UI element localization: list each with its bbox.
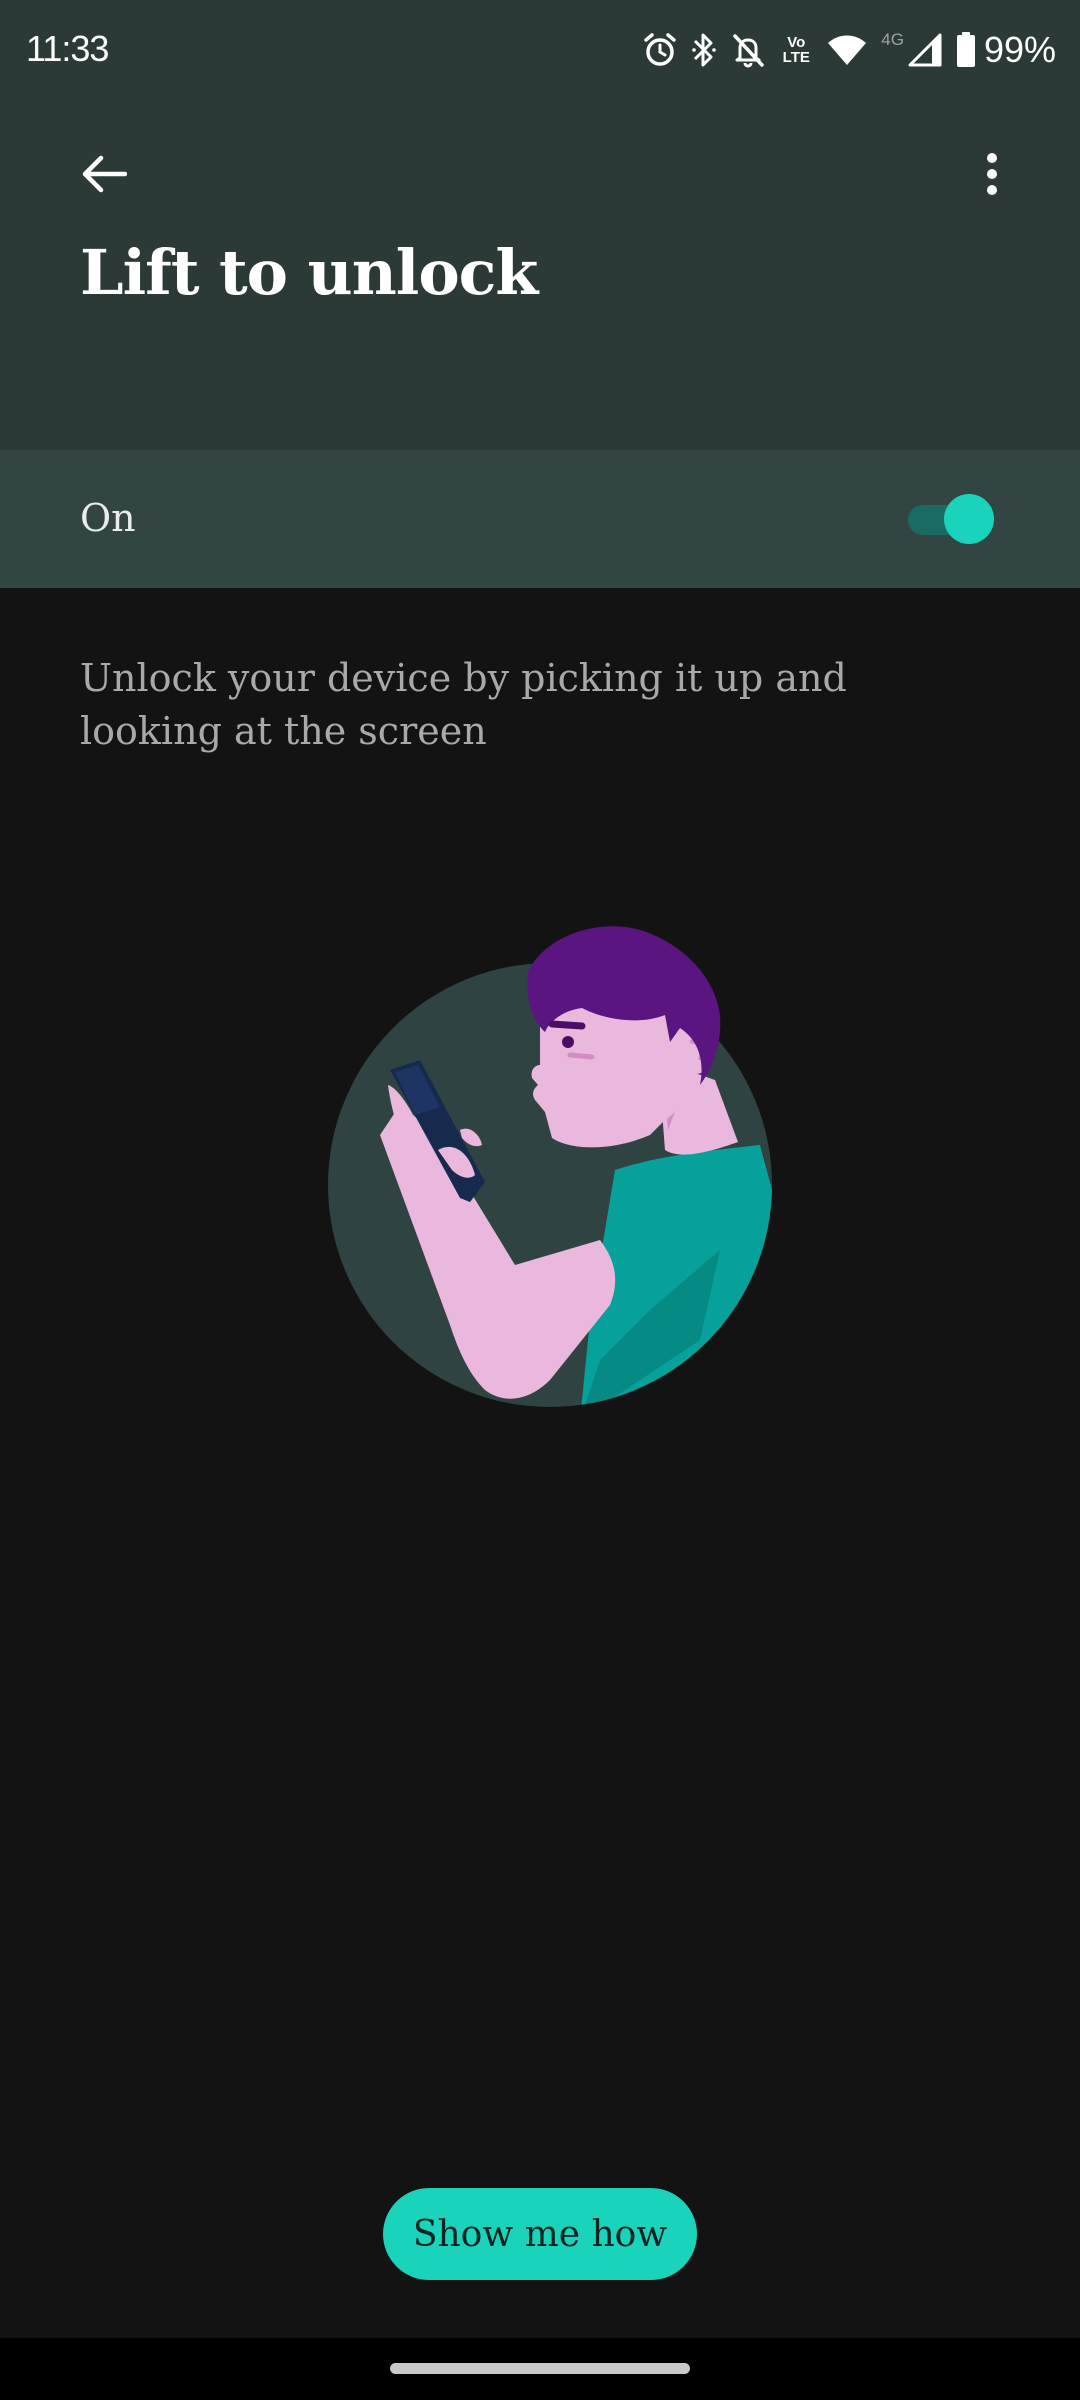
lift-to-unlock-switch[interactable] xyxy=(904,494,1004,544)
battery-percent: 99% xyxy=(983,29,1056,70)
feature-description: Unlock your device by picking it up and … xyxy=(80,656,847,753)
status-icons: Vo LTE 4G 99% xyxy=(643,26,1056,74)
battery-icon xyxy=(956,32,976,68)
page-title: Lift to unlock xyxy=(80,236,538,309)
arrow-back-icon xyxy=(81,154,128,198)
volte-icon: Vo LTE xyxy=(782,34,810,66)
status-time: 11:33 xyxy=(26,28,109,69)
bluetooth-icon xyxy=(691,31,717,69)
home-gesture-handle[interactable] xyxy=(390,2363,690,2374)
main-switch-row[interactable]: On xyxy=(0,450,1080,588)
person-looking-at-phone-illustration xyxy=(320,920,780,1420)
back-button[interactable] xyxy=(62,134,146,218)
signal-icon xyxy=(908,33,942,67)
more-options-button[interactable] xyxy=(950,134,1034,218)
lift-to-unlock-screen: 11:33 Vo LTE 4G 99% Lift to unlock On Un… xyxy=(0,0,1080,2400)
app-header: 11:33 Vo LTE 4G 99% Lift to unlock xyxy=(0,0,1080,450)
network-type-label: 4G xyxy=(881,30,904,49)
notifications-off-icon xyxy=(731,32,765,68)
alarm-icon xyxy=(643,32,677,68)
status-bar: 11:33 Vo LTE 4G 99% xyxy=(0,0,1080,100)
show-me-how-button[interactable]: Show me how xyxy=(383,2188,697,2280)
switch-thumb xyxy=(944,494,994,544)
switch-label: On xyxy=(80,496,136,540)
more-vertical-icon xyxy=(986,152,998,200)
navigation-bar xyxy=(0,2338,1080,2400)
wifi-icon xyxy=(827,34,867,66)
